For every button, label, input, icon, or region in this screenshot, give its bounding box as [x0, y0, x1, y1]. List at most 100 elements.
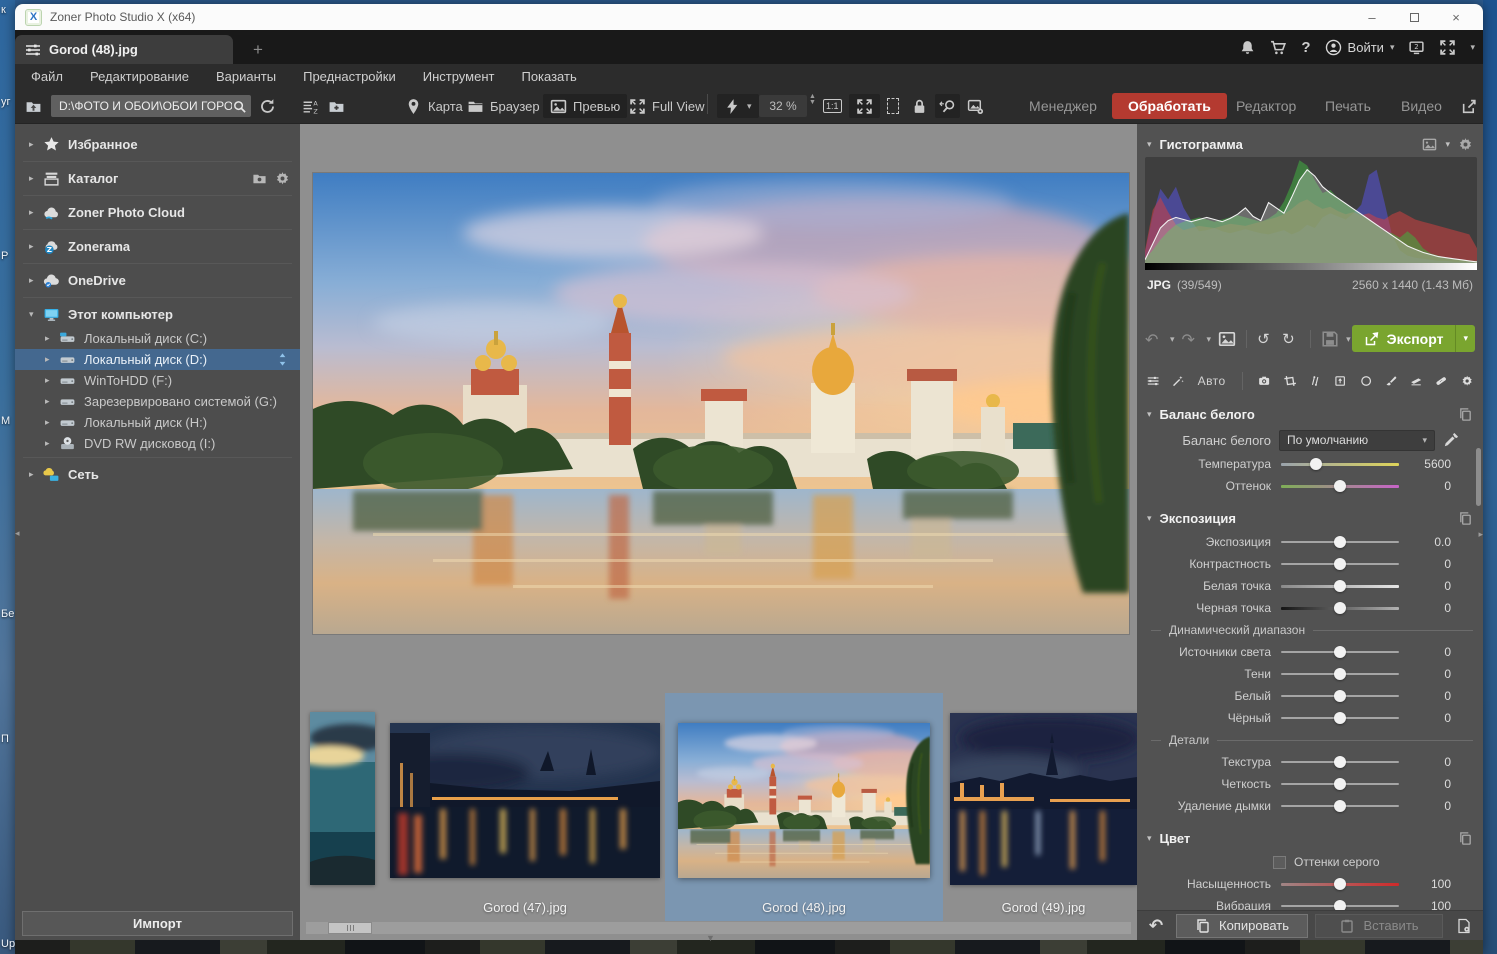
color-вибрация-slider-track[interactable]	[1281, 905, 1399, 907]
straighten-icon[interactable]	[1309, 372, 1321, 390]
filmstrip-scrollbar-handle[interactable]	[328, 922, 372, 934]
copy-settings-icon[interactable]	[1458, 831, 1473, 846]
wb-температура-slider-knob[interactable]	[1310, 458, 1322, 470]
paste-settings-icon[interactable]	[1451, 914, 1477, 938]
new-folder-icon[interactable]	[328, 94, 345, 118]
tree-collapsed-icon[interactable]: ▸	[29, 139, 43, 150]
panel-scrollbar[interactable]	[1476, 448, 1481, 506]
fullview-button[interactable]: Full View	[629, 94, 705, 118]
histogram-mode-icon[interactable]	[1422, 137, 1437, 152]
exposure-источники-света-slider-track[interactable]	[1281, 651, 1399, 653]
quick-edits-button[interactable]: ▾	[717, 94, 759, 118]
module-tab-video[interactable]: Видео	[1401, 94, 1442, 118]
sidebar-item-локальный-диск-h-[interactable]: ▸Локальный диск (H:)	[15, 412, 300, 433]
menu-item-5[interactable]: Показать	[521, 69, 576, 84]
minimize-button[interactable]: –	[1351, 5, 1393, 29]
lock-icon[interactable]	[911, 94, 928, 118]
white-balance-select[interactable]: По умолчанию▾	[1279, 430, 1435, 451]
panel-collapse-icon[interactable]: ◂	[15, 528, 20, 539]
menu-item-2[interactable]: Варианты	[216, 69, 276, 84]
import-button[interactable]: Импорт	[22, 911, 293, 936]
compare-button[interactable]	[935, 94, 960, 118]
sort-arrows-icon[interactable]	[275, 352, 290, 367]
tree-collapsed-icon[interactable]: ▸	[45, 333, 59, 344]
exposure-белая-точка-slider-track[interactable]	[1281, 585, 1399, 588]
exposure-экспозиция-slider-track[interactable]	[1281, 541, 1399, 543]
sidebar-item-zoner-photo-cloud[interactable]: ▸Zoner Photo Cloud	[15, 199, 300, 226]
selection-frame-button[interactable]	[887, 94, 899, 118]
sidebar-item-избранное[interactable]: ▸Избранное	[15, 131, 300, 158]
exposure-контрастность-slider-knob[interactable]	[1334, 558, 1346, 570]
thumbnail-gorod47[interactable]	[390, 723, 660, 878]
document-tab[interactable]: Gorod (48).jpg	[15, 35, 233, 64]
exposure-источники-света-slider-knob[interactable]	[1334, 646, 1346, 658]
module-tab-editor[interactable]: Редактор	[1236, 94, 1296, 118]
filmstrip-next-row-preview[interactable]	[15, 940, 1483, 954]
white-balance-header[interactable]: ▾ Баланс белого	[1137, 401, 1483, 427]
login-button[interactable]: Войти ▾	[1325, 39, 1395, 56]
module-tab-develop[interactable]: Обработать	[1112, 93, 1227, 119]
gear-icon[interactable]	[275, 171, 290, 186]
map-button[interactable]: Карта	[405, 94, 463, 118]
upright-icon[interactable]	[1334, 372, 1346, 390]
open-external-icon[interactable]	[1461, 94, 1478, 118]
menu-item-1[interactable]: Редактирование	[90, 69, 189, 84]
healing-bandage-icon[interactable]	[1435, 372, 1447, 390]
wb-оттенок-slider-track[interactable]	[1281, 485, 1399, 488]
menu-item-0[interactable]: Файл	[31, 69, 63, 84]
fit-to-screen-button[interactable]	[849, 94, 880, 118]
second-display-icon[interactable]: 2	[1408, 39, 1425, 56]
exposure-черная-точка-slider-knob[interactable]	[1334, 602, 1346, 614]
exposure-черная-точка-slider-track[interactable]	[1281, 607, 1399, 610]
exposure-тени-slider-track[interactable]	[1281, 673, 1399, 675]
gradient-filter-icon[interactable]	[1410, 372, 1422, 390]
help-icon[interactable]: ?	[1301, 39, 1310, 56]
tree-collapsed-icon[interactable]: ▸	[45, 417, 59, 428]
tree-collapsed-icon[interactable]: ▸	[29, 173, 43, 184]
export-button[interactable]: Экспорт ▾	[1352, 325, 1475, 352]
color-header[interactable]: ▾ Цвет	[1137, 825, 1483, 851]
maximize-button[interactable]	[1393, 5, 1435, 29]
rotate-right-icon[interactable]: ↻	[1282, 330, 1300, 348]
copy-button[interactable]: Копировать	[1176, 914, 1308, 938]
wb-температура-slider-track[interactable]	[1281, 463, 1399, 466]
sort-az-icon[interactable]: AZ	[302, 94, 319, 118]
chevron-down-icon[interactable]: ▾	[1470, 42, 1475, 53]
copy-settings-icon[interactable]	[1458, 407, 1473, 422]
sidebar-item-zonerama[interactable]: ▸ZZonerama	[15, 233, 300, 260]
radial-filter-icon[interactable]	[1360, 372, 1372, 390]
sidebar-item-onedrive[interactable]: ▸OneDrive	[15, 267, 300, 294]
exposure-контрастность-slider-track[interactable]	[1281, 563, 1399, 565]
zoom-level[interactable]: 32 %	[759, 95, 807, 117]
fullscreen-icon[interactable]	[1439, 39, 1456, 56]
zoom-stepper[interactable]: ▲▼	[809, 94, 816, 106]
notifications-bell-icon[interactable]	[1239, 39, 1256, 56]
brush-icon[interactable]	[1385, 372, 1397, 390]
exposure-текстура-slider-track[interactable]	[1281, 761, 1399, 763]
auto-wand-icon[interactable]	[1172, 372, 1184, 390]
tree-collapsed-icon[interactable]: ▸	[45, 396, 59, 407]
search-icon[interactable]	[232, 99, 247, 114]
filmstrip-scrollbar-track[interactable]	[306, 922, 1131, 934]
sidebar-item-этот-компьютер[interactable]: ▾Этот компьютер	[15, 301, 300, 328]
new-tab-button[interactable]: +	[247, 40, 269, 60]
sidebar-item-локальный-диск-c-[interactable]: ▸Локальный диск (C:)	[15, 328, 300, 349]
save-icon[interactable]	[1321, 330, 1339, 348]
exposure-белая-точка-slider-knob[interactable]	[1334, 580, 1346, 592]
sidebar-item-сеть[interactable]: ▸Сеть	[15, 461, 300, 488]
folder-up-icon[interactable]	[25, 94, 42, 118]
thumbnail-gorod48[interactable]	[678, 723, 930, 878]
panel-expand-icon[interactable]: ▸	[1478, 529, 1483, 540]
undo-icon[interactable]: ↶	[1145, 330, 1163, 348]
sidebar-item-dvd-rw-дисковод-i-[interactable]: ▸DVD RW дисковод (I:)	[15, 433, 300, 454]
exposure-чёрный-slider-knob[interactable]	[1334, 712, 1346, 724]
refresh-icon[interactable]	[259, 94, 276, 118]
color-насыщенность-slider-track[interactable]	[1281, 883, 1399, 886]
exposure-четкость-slider-knob[interactable]	[1334, 778, 1346, 790]
grayscale-checkbox[interactable]	[1273, 856, 1286, 869]
color-насыщенность-slider-knob[interactable]	[1334, 878, 1346, 890]
exposure-чёрный-slider-track[interactable]	[1281, 717, 1399, 719]
exposure-текстура-slider-knob[interactable]	[1334, 756, 1346, 768]
folder-camera-icon[interactable]	[252, 171, 267, 186]
auto-label[interactable]: Авто	[1198, 374, 1226, 388]
